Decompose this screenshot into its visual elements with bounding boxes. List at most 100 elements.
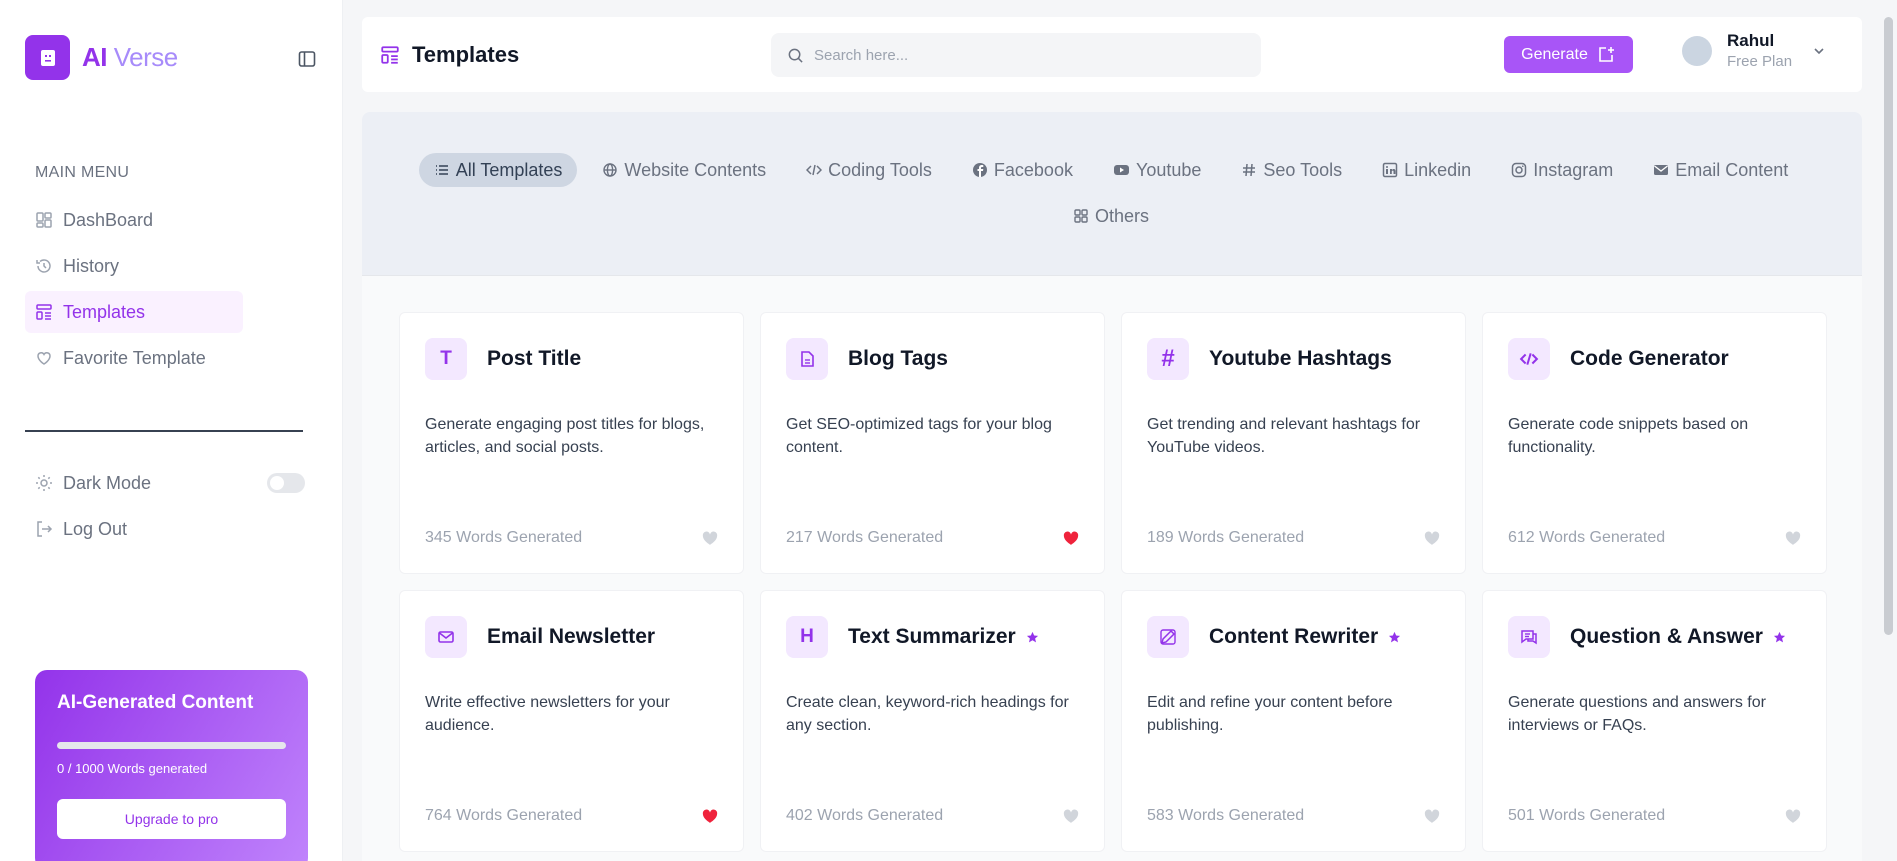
filter-facebook[interactable]: Facebook [957, 153, 1088, 187]
dark-mode-label: Dark Mode [63, 472, 152, 493]
template-card-code-generator[interactable]: Code Generator Generate code snippets ba… [1482, 312, 1827, 574]
templates-panel: T Post Title Generate engaging post titl… [362, 275, 1862, 861]
logout-label: Log Out [63, 518, 128, 539]
filter-label: Email Content [1675, 159, 1789, 180]
filter-label: All Templates [455, 159, 563, 180]
card-word-count: 764 Words Generated [425, 807, 583, 824]
sidebar-item-favorite-template[interactable]: Favorite Template [25, 337, 243, 379]
templates-grid: T Post Title Generate engaging post titl… [399, 312, 1829, 852]
card-description: Generate questions and answers for inter… [1508, 694, 1766, 734]
heart-filled-icon[interactable] [1063, 531, 1079, 546]
card-description: Write effective newsletters for your aud… [425, 694, 670, 734]
robot-logo-icon [25, 35, 70, 80]
card-description: Edit and refine your content before publ… [1147, 694, 1393, 734]
chat-icon [1508, 616, 1550, 658]
user-name: Rahul [1727, 31, 1775, 50]
template-card-blog-tags[interactable]: Blog Tags Get SEO-optimized tags for you… [760, 312, 1105, 574]
search-bar [771, 33, 1261, 77]
page-scrollbar[interactable] [1884, 17, 1893, 635]
card-description: Create clean, keyword-rich headings for … [786, 694, 1069, 734]
dark-mode-toggle[interactable] [267, 473, 305, 493]
new-document-icon [1599, 46, 1614, 62]
youtube-icon [1113, 165, 1129, 175]
letter-t-icon: T [425, 338, 467, 380]
upgrade-button[interactable]: Upgrade to pro [57, 799, 286, 839]
user-menu[interactable]: Rahul Free Plan [1682, 31, 1826, 70]
sidebar-collapse-icon[interactable] [298, 50, 318, 68]
templates-icon [36, 304, 52, 320]
sidebar-divider [25, 430, 303, 432]
heart-icon[interactable] [1424, 809, 1440, 824]
filter-others[interactable]: Others [1058, 199, 1164, 233]
filter-website-contents[interactable]: Website Contents [587, 153, 781, 187]
chevron-down-icon[interactable] [1812, 44, 1826, 58]
main-nav: DashBoard History Templates Favorite Tem… [25, 199, 243, 383]
sidebar-item-label: Favorite Template [63, 347, 206, 368]
category-filters: All Templates Website Contents Coding To… [380, 153, 1842, 233]
card-title: Blog Tags [848, 347, 948, 370]
brand-name: AI Verse [82, 42, 178, 72]
history-icon [36, 259, 51, 273]
filter-label: Youtube [1135, 159, 1202, 180]
filter-label: Instagram [1533, 159, 1614, 180]
filter-linkedin[interactable]: Linkedin [1367, 153, 1486, 187]
card-word-count: 345 Words Generated [425, 529, 583, 546]
card-description: Generate code snippets based on function… [1508, 416, 1749, 456]
list-icon [435, 165, 448, 175]
upgrade-promo-card: AI-Generated Content 0 / 1000 Words gene… [35, 670, 308, 861]
usage-count: 0 / 1000 Words generated [57, 761, 208, 776]
heart-icon[interactable] [1785, 531, 1801, 546]
card-word-count: 189 Words Generated [1147, 529, 1305, 546]
facebook-icon [972, 163, 987, 177]
promo-title: AI-Generated Content [57, 692, 254, 713]
logout-button[interactable]: Log Out [25, 508, 305, 550]
card-description: Generate engaging post titles for blogs,… [425, 416, 705, 456]
template-card-email-newsletter[interactable]: Email Newsletter Write effective newslet… [399, 590, 744, 852]
sidebar: AI Verse MAIN MENU DashBoard History Tem… [0, 0, 343, 861]
sidebar-item-dashboard[interactable]: DashBoard [25, 199, 243, 241]
user-info: Rahul Free Plan [1727, 31, 1792, 70]
heart-icon[interactable] [1063, 809, 1079, 824]
globe-icon [603, 163, 618, 177]
user-plan: Free Plan [1727, 53, 1793, 70]
dark-mode-row: Dark Mode [25, 462, 305, 504]
filter-youtube[interactable]: Youtube [1098, 153, 1216, 187]
sidebar-item-templates[interactable]: Templates [25, 291, 243, 333]
menu-title: MAIN MENU [35, 164, 130, 181]
mail-icon [1654, 165, 1669, 175]
top-header: Templates Generate Rahul Free Plan [362, 17, 1862, 92]
heart-icon[interactable] [1424, 531, 1440, 546]
premium-star-icon [1026, 631, 1038, 642]
logout-icon [37, 521, 53, 537]
template-card-post-title[interactable]: T Post Title Generate engaging post titl… [399, 312, 744, 574]
search-icon [788, 48, 803, 63]
card-title: Code Generator [1570, 347, 1729, 370]
sun-icon [36, 475, 52, 491]
card-title: Youtube Hashtags [1209, 347, 1392, 370]
heart-icon[interactable] [702, 531, 718, 546]
generate-button[interactable]: Generate [1504, 36, 1633, 73]
template-card-text-summarizer[interactable]: H Text Summarizer Create clean, keyword-… [760, 590, 1105, 852]
edit-icon [1147, 616, 1189, 658]
template-card-youtube-hashtags[interactable]: # Youtube Hashtags Get trending and rele… [1121, 312, 1466, 574]
card-title: Question & Answer [1570, 625, 1763, 648]
template-card-question-answer[interactable]: Question & Answer Generate questions and… [1482, 590, 1827, 852]
card-word-count: 501 Words Generated [1508, 807, 1666, 824]
premium-star-icon [1389, 631, 1401, 642]
sidebar-item-history[interactable]: History [25, 245, 243, 287]
page-title-wrap: Templates [380, 42, 519, 68]
grid-icon [1074, 209, 1088, 223]
filter-seo-tools[interactable]: Seo Tools [1226, 153, 1357, 187]
heart-filled-icon[interactable] [702, 809, 718, 824]
filter-all-templates[interactable]: All Templates [418, 153, 578, 187]
brand[interactable]: AI Verse [25, 35, 178, 80]
template-card-content-rewriter[interactable]: Content Rewriter Edit and refine your co… [1121, 590, 1466, 852]
code-icon [1508, 338, 1550, 380]
heart-icon[interactable] [1785, 809, 1801, 824]
filter-instagram[interactable]: Instagram [1496, 153, 1628, 187]
generate-label: Generate [1521, 45, 1588, 63]
filter-email-content[interactable]: Email Content [1638, 153, 1803, 187]
hash-icon [1243, 163, 1256, 177]
filter-coding-tools[interactable]: Coding Tools [791, 153, 947, 187]
search-input[interactable] [814, 46, 1234, 64]
